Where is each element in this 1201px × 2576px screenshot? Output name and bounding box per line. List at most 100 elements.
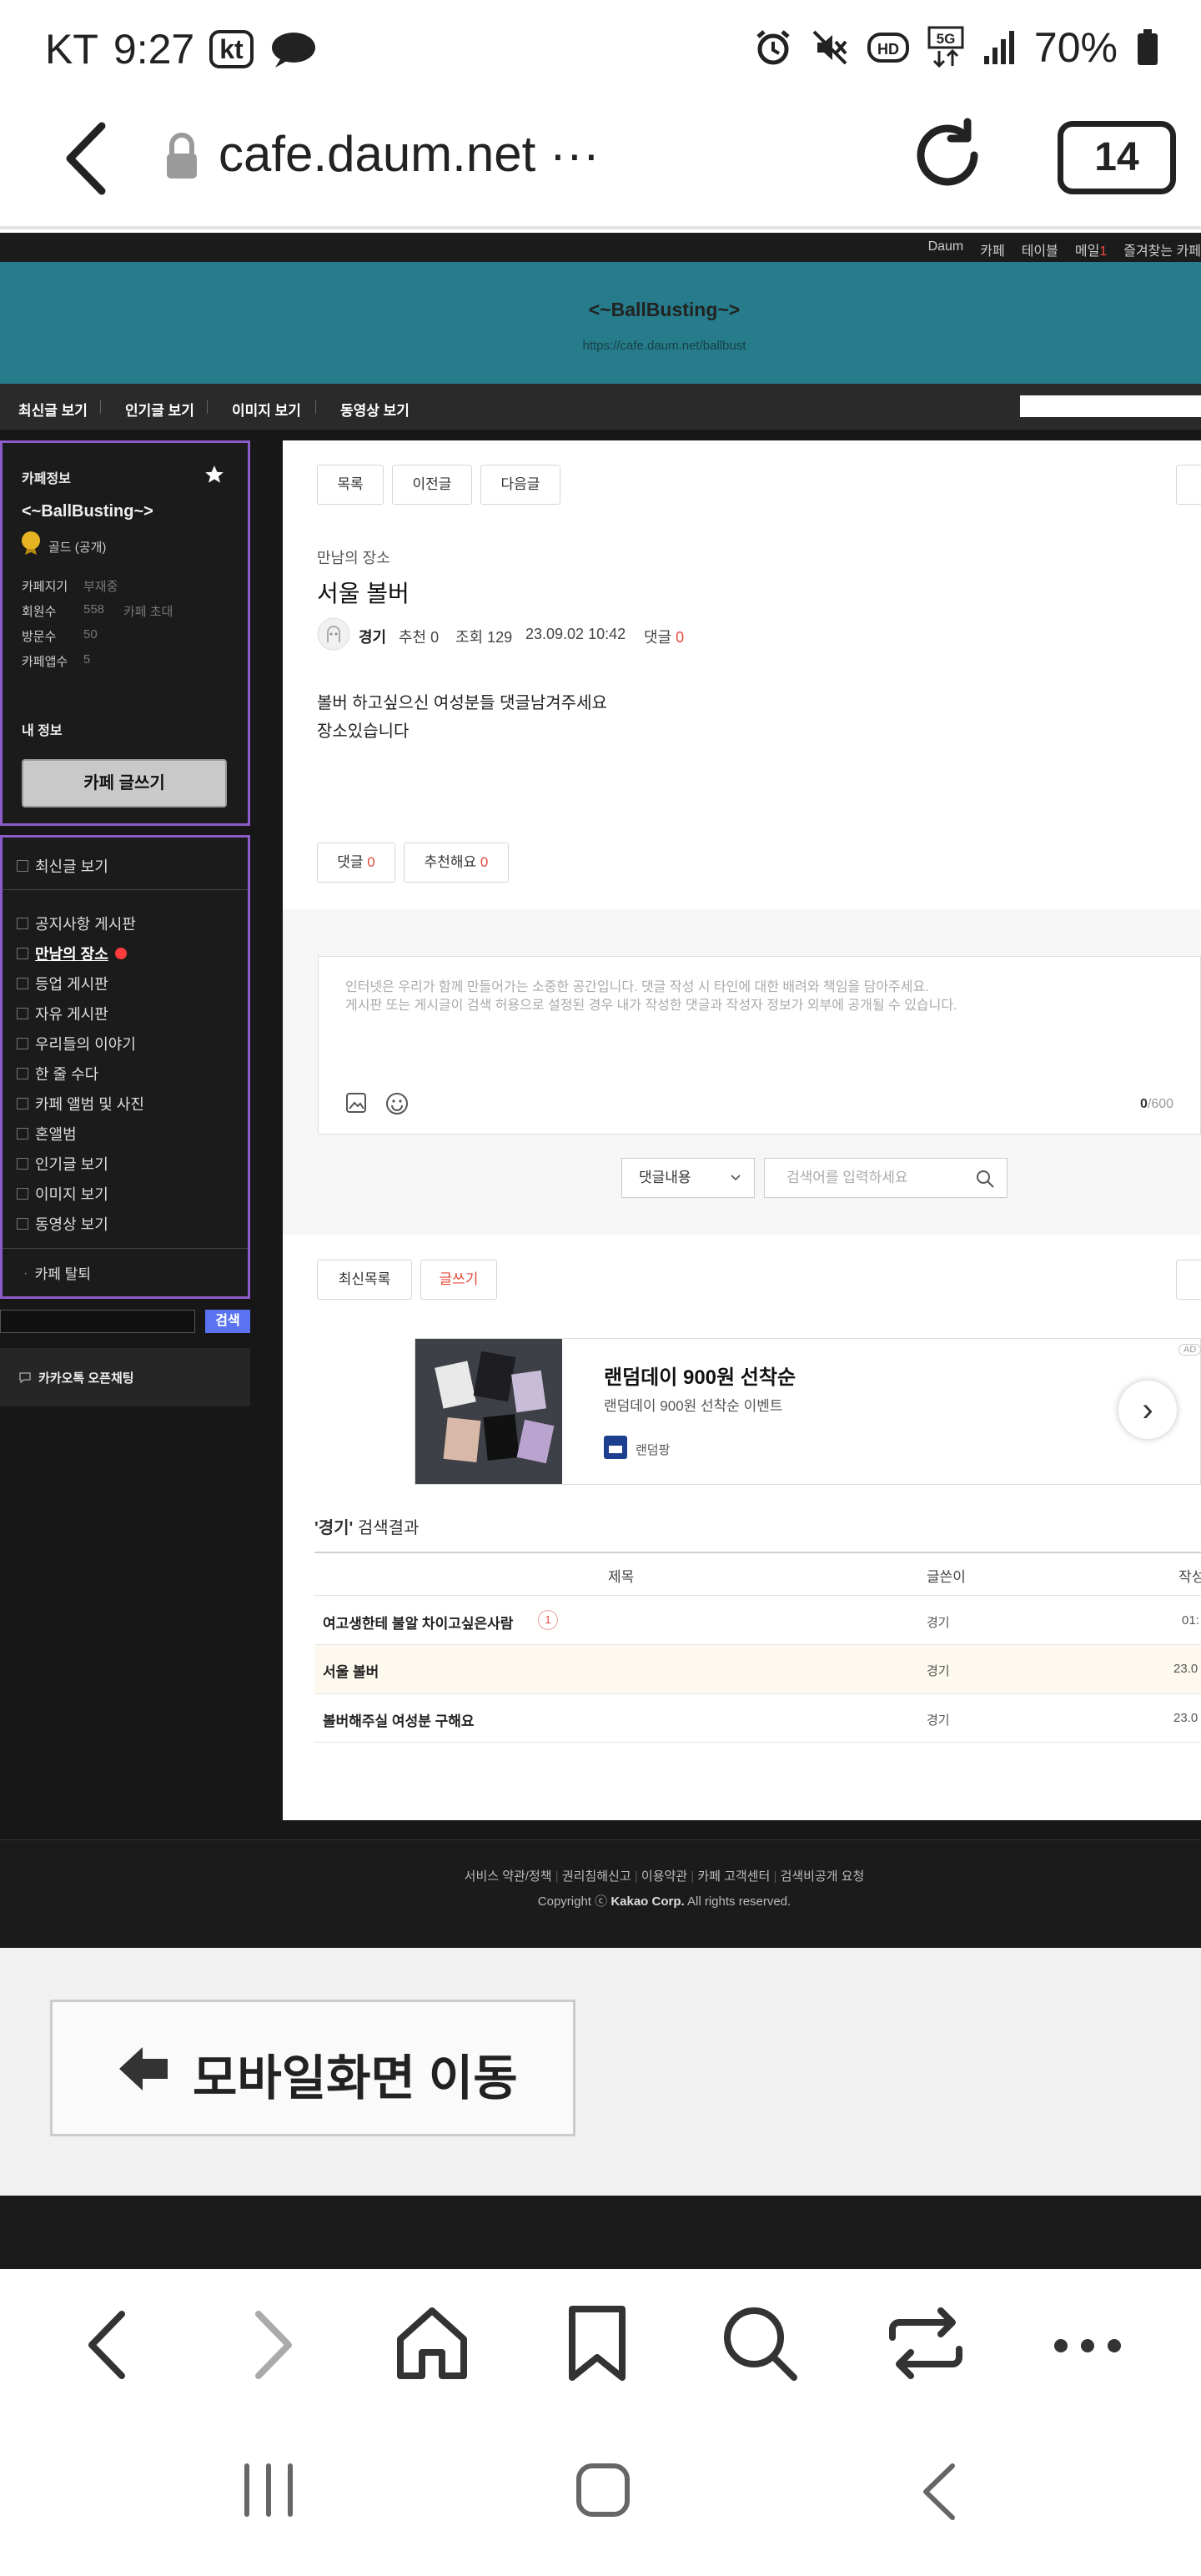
- comment-count-button[interactable]: 댓글 0: [317, 843, 395, 883]
- forward-icon[interactable]: [249, 2309, 299, 2381]
- cafe-link[interactable]: 카페: [980, 239, 1004, 259]
- divider: [3, 1248, 248, 1249]
- row-author[interactable]: 경기: [927, 1662, 950, 1679]
- next-post-button[interactable]: 다음글: [480, 465, 560, 505]
- tab-latest[interactable]: 최신글 보기: [18, 399, 88, 420]
- comment-search-select[interactable]: 댓글내용: [621, 1158, 755, 1198]
- stat-label: 카페지기: [22, 580, 68, 594]
- back-arrow-icon[interactable]: [60, 121, 110, 196]
- stat-value: 50: [83, 627, 98, 641]
- search-icon[interactable]: [722, 2306, 799, 2382]
- sidebar-item-videos[interactable]: 동영상 보기: [17, 1213, 108, 1235]
- favorite-cafe-link[interactable]: 즐겨찾는 카페: [1123, 239, 1201, 259]
- back-icon[interactable]: [82, 2309, 132, 2381]
- url-bar[interactable]: cafe.daum.net ···: [219, 125, 600, 183]
- search-results-title: '경기' 검색결과: [314, 1519, 420, 1537]
- signal-icon: [983, 31, 1014, 64]
- mail-link[interactable]: 메일1: [1075, 239, 1107, 259]
- sidebar-item-notice[interactable]: 공지사항 게시판: [17, 913, 136, 934]
- post-comments[interactable]: 댓글 0: [644, 626, 684, 647]
- sidebar-item-popular[interactable]: 인기글 보기: [17, 1153, 108, 1175]
- post-date: 23.09.02 10:42: [525, 626, 626, 642]
- write-button[interactable]: 글쓰기: [420, 1260, 497, 1300]
- reply-button[interactable]: [1176, 465, 1201, 505]
- footer-link[interactable]: 이용약관: [641, 1869, 687, 1884]
- mobile-view-button[interactable]: 모바일화면 이동: [50, 2000, 575, 2136]
- tab-popular[interactable]: 인기글 보기: [125, 399, 194, 420]
- sidebar-item-levelup[interactable]: 등업 게시판: [17, 973, 108, 994]
- bookmark-icon[interactable]: [564, 2306, 631, 2381]
- footer-link[interactable]: 권리침해신고: [562, 1869, 631, 1884]
- tabs-switch-icon[interactable]: [886, 2307, 966, 2379]
- row-title[interactable]: 여고생한테 불알 차이고싶은사람: [323, 1612, 513, 1633]
- recommend-button[interactable]: 추천해요 0: [404, 843, 509, 883]
- recent-apps-icon[interactable]: [242, 2463, 295, 2518]
- list-button[interactable]: 목록: [317, 465, 384, 505]
- invite-link[interactable]: 카페 초대: [123, 602, 173, 620]
- sidebar-search-input[interactable]: [0, 1310, 195, 1333]
- ad-banner[interactable]: 랜덤데이 900원 선착순 랜덤데이 900원 선착순 이벤트 랜덤팡 › AD: [415, 1338, 1201, 1485]
- sidebar-item-latest[interactable]: 최신글 보기: [17, 855, 108, 877]
- cafe-write-button[interactable]: 카페 글쓰기: [22, 759, 227, 808]
- comment-search-input[interactable]: 검색어를 입력하세요: [764, 1158, 1008, 1198]
- footer-link[interactable]: 카페 고객센터: [697, 1869, 770, 1884]
- table-link[interactable]: 테이블: [1022, 239, 1058, 259]
- cafe-menubar: 최신글 보기 인기글 보기 이미지 보기 동영상 보기: [0, 384, 1201, 430]
- pencil-icon: [17, 1068, 28, 1079]
- cafe-title[interactable]: <~BallBusting~>: [0, 299, 1201, 321]
- tab-images[interactable]: 이미지 보기: [232, 399, 301, 420]
- row-author[interactable]: 경기: [927, 1711, 950, 1728]
- table-divider: [314, 1595, 1201, 1596]
- home-button-icon[interactable]: [575, 2463, 631, 2518]
- ad-image: [415, 1339, 562, 1484]
- emoticon-icon[interactable]: [385, 1092, 409, 1115]
- tab-count-button[interactable]: 14: [1058, 121, 1176, 194]
- sidebar-item-album[interactable]: 카페 앨범 및 사진: [17, 1093, 144, 1114]
- sidebar-item-solo-album[interactable]: 혼앨범: [17, 1123, 77, 1145]
- star-icon[interactable]: [204, 464, 225, 486]
- chevron-down-icon: [731, 1175, 741, 1181]
- comment-input[interactable]: 인터넷은 우리가 함께 만들어가는 소중한 공간입니다. 댓글 작성 시 타인에…: [318, 956, 1201, 1135]
- sidebar-item-meeting[interactable]: 만남의 장소: [17, 943, 127, 964]
- gold-grade-icon: [22, 531, 40, 555]
- divider: [3, 889, 248, 890]
- cafe-url[interactable]: https://cafe.daum.net/ballbust: [0, 339, 1201, 353]
- reply-button[interactable]: [1176, 1260, 1201, 1300]
- table-divider: [314, 1742, 1201, 1743]
- avatar[interactable]: [317, 617, 350, 651]
- perfume-boxes-image: [415, 1339, 562, 1484]
- sidebar-cafe-name[interactable]: <~BallBusting~>: [22, 502, 153, 521]
- cloud-chat-icon: [271, 33, 315, 68]
- leave-cafe-link[interactable]: · 카페 탈퇴: [23, 1262, 91, 1283]
- reload-icon[interactable]: [909, 117, 986, 194]
- cafe-search-input[interactable]: [1020, 395, 1201, 417]
- sidebar-search-button[interactable]: 검색: [205, 1310, 250, 1333]
- table-border: [314, 1552, 1201, 1553]
- sidebar-item-oneline[interactable]: 한 줄 수다: [17, 1063, 98, 1084]
- chevron-right-icon[interactable]: ›: [1118, 1381, 1177, 1439]
- daum-link[interactable]: Daum: [928, 239, 964, 259]
- prev-post-button[interactable]: 이전글: [392, 465, 472, 505]
- kakao-open-chat[interactable]: 카카오톡 오픈채팅: [0, 1348, 250, 1406]
- post-author[interactable]: 경기: [359, 626, 386, 647]
- latest-list-button[interactable]: 최신목록: [317, 1260, 412, 1300]
- image-attach-icon[interactable]: [345, 1092, 367, 1114]
- system-back-icon[interactable]: [917, 2463, 959, 2521]
- tab-videos[interactable]: 동영상 보기: [340, 399, 410, 420]
- board-name[interactable]: 만남의 장소: [317, 546, 390, 568]
- footer-link[interactable]: 검색비공개 요청: [781, 1869, 865, 1884]
- sidebar-item-free[interactable]: 자유 게시판: [17, 1003, 108, 1024]
- search-icon[interactable]: [975, 1169, 995, 1189]
- footer-link[interactable]: 서비스 약관/정책: [465, 1869, 552, 1884]
- my-info-label[interactable]: 내 정보: [22, 719, 63, 739]
- row-author[interactable]: 경기: [927, 1613, 950, 1631]
- sidebar-item-images[interactable]: 이미지 보기: [17, 1183, 108, 1205]
- mobile-switch-area: 모바일화면 이동: [0, 1948, 1201, 2196]
- row-date: 23.0: [1173, 1662, 1198, 1676]
- stat-label: 카페앱수: [22, 655, 68, 669]
- home-icon[interactable]: [394, 2306, 470, 2381]
- sidebar-item-stories[interactable]: 우리들의 이야기: [17, 1033, 136, 1054]
- row-title[interactable]: 서울 볼버: [323, 1660, 379, 1681]
- row-title[interactable]: 볼버해주실 여성분 구해요: [323, 1709, 475, 1730]
- more-menu-icon[interactable]: [1053, 2337, 1123, 2354]
